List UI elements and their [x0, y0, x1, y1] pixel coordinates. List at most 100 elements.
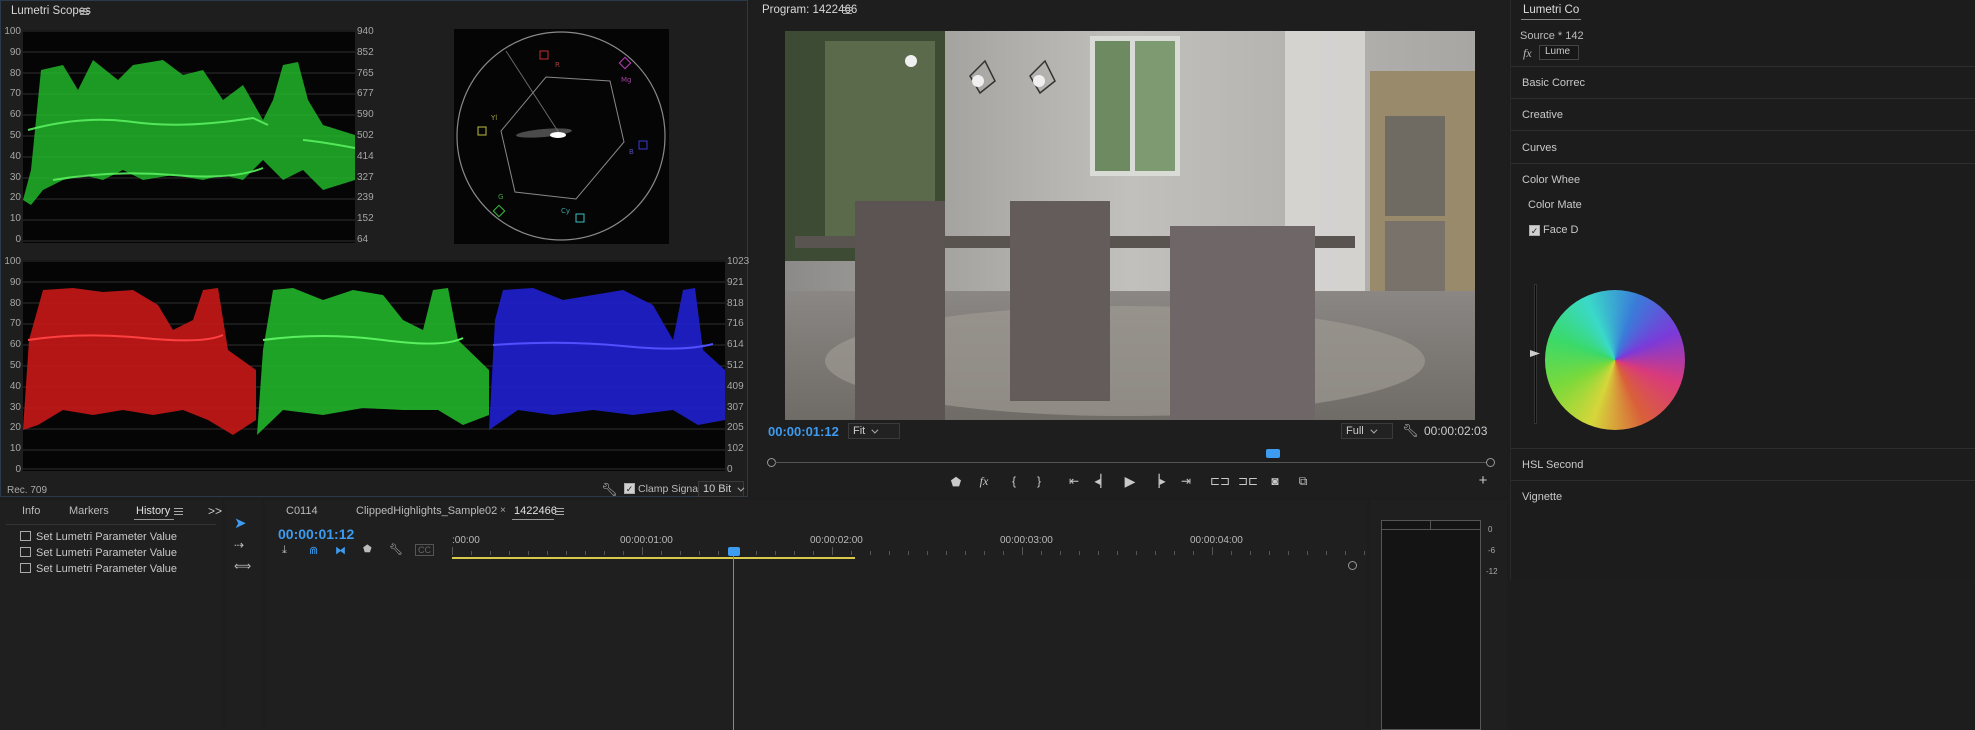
ruler-label-0: :00:00: [452, 535, 480, 546]
scale-label: 409: [727, 380, 744, 392]
scopes-panel-title[interactable]: Lumetri Scopes: [11, 5, 91, 17]
timeline-tab-close-icon[interactable]: ×: [500, 505, 506, 516]
ruler-tick: [1174, 551, 1175, 555]
section-vignette[interactable]: Vignette: [1522, 491, 1562, 503]
insert-nest-icon[interactable]: ⤓: [282, 544, 287, 557]
lumetri-color-tab[interactable]: Lumetri Co: [1523, 4, 1579, 16]
tab-history[interactable]: History: [136, 505, 170, 517]
work-area-bar[interactable]: [452, 557, 855, 559]
scopes-panel-menu-icon[interactable]: [80, 8, 89, 15]
timeline-tab-clipped[interactable]: ClippedHighlights_Sample02: [356, 505, 497, 517]
lumetri-divider-4: [1511, 163, 1975, 164]
timeline-playhead-line: [733, 554, 734, 730]
go-to-out-button[interactable]: ⇥: [1177, 474, 1195, 488]
history-tab-underline: [134, 519, 174, 520]
button-editor-add-icon[interactable]: +: [1474, 472, 1492, 489]
linked-selection-icon[interactable]: ⧓: [335, 544, 346, 557]
ruler-tick: [946, 551, 947, 555]
ruler-tick: [794, 551, 795, 555]
section-curves[interactable]: Curves: [1522, 142, 1557, 154]
lumetri-source-label: Source * 142: [1520, 30, 1584, 42]
ruler-tick: [1288, 551, 1289, 555]
program-settings-wrench-icon[interactable]: 🔧︎: [1402, 423, 1419, 439]
ruler-tick: [661, 551, 662, 555]
program-monitor-menu-icon[interactable]: [843, 7, 852, 14]
selection-tool-icon[interactable]: ➤: [234, 514, 247, 532]
scrub-end-handle[interactable]: [1486, 458, 1495, 467]
ruler-tick: [1060, 551, 1061, 555]
comparison-view-button[interactable]: ⧉: [1294, 474, 1312, 489]
ruler-tick: [851, 551, 852, 555]
color-wheel[interactable]: [1545, 290, 1685, 430]
section-creative[interactable]: Creative: [1522, 109, 1563, 121]
tab-info[interactable]: Info: [22, 505, 40, 517]
ruler-tick: [1307, 551, 1308, 555]
timeline-tab-c0114[interactable]: C0114: [286, 505, 318, 517]
zoom-fit-dropdown[interactable]: Fit: [848, 423, 900, 439]
section-basic-correction[interactable]: Basic Correc: [1522, 77, 1585, 89]
vectorscope-label-mg: Mg: [621, 76, 631, 84]
ruler-tick: [642, 547, 643, 555]
history-item[interactable]: Set Lumetri Parameter Value: [20, 531, 177, 547]
ripple-edit-tool-icon[interactable]: ⟺: [234, 559, 251, 573]
ruler-tick: [528, 551, 529, 555]
program-video-frame: [785, 31, 1475, 420]
scale-label: 1023: [727, 256, 750, 267]
timeline-menu-icon[interactable]: [555, 508, 564, 515]
ruler-tick: [1326, 551, 1327, 555]
section-hsl-secondary[interactable]: HSL Second: [1522, 459, 1583, 471]
timeline-playhead[interactable]: [728, 547, 740, 556]
extract-button[interactable]: ⊐⊏: [1238, 474, 1258, 488]
step-forward-button[interactable]: ▕▸: [1149, 474, 1167, 488]
scale-label: 765: [357, 67, 374, 79]
play-button[interactable]: ▶: [1121, 473, 1139, 490]
panel-overflow-button[interactable]: >>: [208, 504, 222, 518]
add-marker-icon[interactable]: ⬟: [363, 544, 372, 555]
audio-meter-divider: [1381, 529, 1481, 530]
ruler-tick: [699, 551, 700, 555]
scale-label: 30: [9, 401, 21, 413]
section-color-match[interactable]: Color Mate: [1528, 199, 1582, 211]
program-playhead[interactable]: [1266, 449, 1281, 458]
history-menu-icon[interactable]: [174, 508, 183, 515]
lumetri-fx-label: fx: [1523, 46, 1532, 60]
fx-toggle-button[interactable]: fx: [975, 474, 993, 489]
zoom-scroll-handle[interactable]: [1348, 561, 1357, 570]
scopes-settings-wrench-icon[interactable]: 🔧︎: [601, 482, 618, 498]
timeline-current-time[interactable]: 00:00:01:12: [278, 526, 354, 542]
scale-label: 30: [9, 171, 21, 183]
ruler-tick: [566, 551, 567, 555]
snap-magnet-icon[interactable]: ⋒: [309, 544, 318, 557]
scrub-track: [775, 462, 1487, 463]
tab-markers[interactable]: Markers: [69, 505, 109, 517]
timeline-ruler[interactable]: :00:00 00:00:01:00 00:00:02:00 00:00:03:…: [452, 530, 1365, 730]
audio-meter-scale-6: -6: [1488, 546, 1496, 555]
history-item[interactable]: Set Lumetri Parameter Value: [20, 547, 177, 563]
vectorscope: R Mg Yl B G Cy: [454, 29, 669, 244]
scale-label: 70: [9, 318, 21, 330]
track-select-tool-icon[interactable]: ⇢: [234, 538, 244, 552]
timeline-tab-1422466[interactable]: 1422466: [514, 505, 557, 517]
export-frame-camera-icon[interactable]: ◙: [1266, 474, 1284, 488]
playback-resolution-dropdown[interactable]: Full: [1341, 423, 1393, 439]
add-marker-button[interactable]: ⬟: [947, 475, 965, 489]
lift-button[interactable]: ⊏⊐: [1210, 474, 1230, 488]
ruler-tick: [623, 551, 624, 555]
bit-depth-dropdown[interactable]: 10 Bit: [698, 481, 745, 497]
captions-icon[interactable]: CC: [415, 544, 434, 556]
mark-in-button[interactable]: {: [1005, 474, 1023, 488]
step-back-button[interactable]: ◂▏: [1093, 474, 1111, 488]
mark-out-button[interactable]: }: [1030, 474, 1048, 488]
history-item[interactable]: Set Lumetri Parameter Value: [20, 563, 177, 579]
program-current-time[interactable]: 00:00:01:12: [768, 424, 839, 439]
timeline-settings-wrench-icon[interactable]: 🔧︎: [389, 543, 403, 556]
clamp-signal-checkbox[interactable]: ✓: [624, 483, 635, 494]
ruler-tick: [927, 551, 928, 555]
face-detection-checkbox[interactable]: ✓: [1529, 225, 1540, 236]
program-scrub-bar[interactable]: [767, 449, 1495, 470]
lumetri-effect-field[interactable]: Lume: [1539, 45, 1579, 60]
go-to-in-button[interactable]: ⇤: [1065, 474, 1083, 488]
scale-label: 70: [9, 88, 21, 100]
section-color-wheels[interactable]: Color Whee: [1522, 174, 1580, 186]
tools-panel: ➤ ⇢ ⟺: [225, 500, 262, 730]
